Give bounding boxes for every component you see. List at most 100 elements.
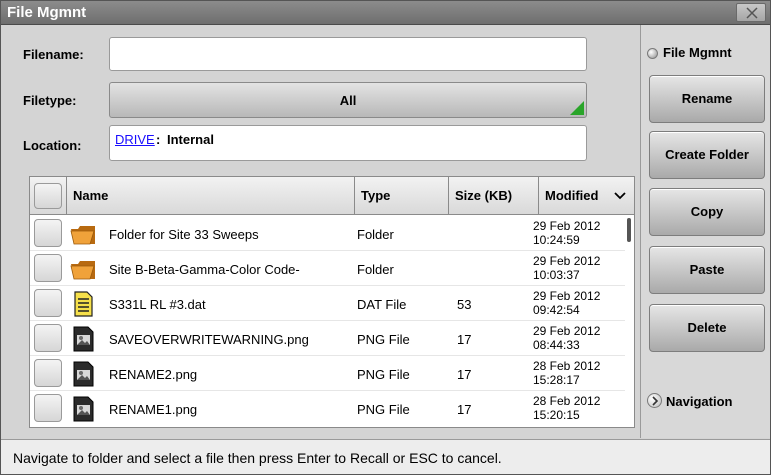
dropdown-corner-indicator — [570, 101, 584, 115]
file-modified: 28 Feb 2012 15:20:15 — [533, 394, 623, 422]
delete-button[interactable]: Delete — [649, 304, 765, 352]
file-size: 17 — [457, 332, 472, 347]
delete-button-label: Delete — [687, 320, 727, 335]
location-separator: : — [156, 132, 161, 147]
file-type: PNG File — [357, 367, 410, 382]
header-select-cell — [30, 177, 67, 215]
window-title: File Mgmnt — [7, 4, 87, 21]
rename-button[interactable]: Rename — [649, 75, 765, 123]
copy-button-label: Copy — [690, 204, 724, 219]
close-button[interactable] — [736, 3, 766, 22]
title-bar: File Mgmnt — [1, 1, 770, 25]
column-header-size[interactable]: Size (KB) — [449, 177, 539, 215]
file-name: SAVEOVERWRITEWARNING.png — [109, 332, 309, 347]
modified-time: 08:44:33 — [533, 338, 580, 352]
image-file-icon — [73, 326, 94, 352]
status-message: Navigate to folder and select a file the… — [13, 450, 502, 466]
filetype-label: Filetype: — [23, 93, 77, 108]
column-header-name[interactable]: Name — [67, 177, 355, 215]
file-name: RENAME2.png — [109, 367, 198, 382]
file-type: Folder — [357, 227, 394, 242]
column-header-modified-label: Modified — [545, 188, 599, 203]
file-name: RENAME1.png — [109, 402, 198, 417]
scrollbar-thumb[interactable] — [627, 218, 631, 242]
paste-button-label: Paste — [689, 262, 725, 277]
table-row[interactable]: RENAME1.png PNG File 17 28 Feb 2012 15:20… — [30, 391, 625, 426]
copy-button[interactable]: Copy — [649, 188, 765, 236]
file-name: Site B-Beta-Gamma-Color Code- — [109, 262, 300, 277]
location-label: Location: — [23, 138, 82, 153]
file-modified: 29 Feb 2012 08:44:33 — [533, 324, 623, 352]
navigation-expand-button[interactable] — [647, 393, 662, 408]
image-file-icon — [73, 361, 94, 387]
create-folder-button[interactable]: Create Folder — [649, 131, 765, 179]
modified-time: 15:28:17 — [533, 373, 580, 387]
folder-icon — [70, 261, 95, 280]
table-row[interactable]: SAVEOVERWRITEWARNING.png PNG File 17 29 … — [30, 321, 625, 356]
row-checkbox[interactable] — [34, 289, 62, 317]
file-table: Name Type Size (KB) Modified Folder for … — [29, 176, 635, 428]
column-header-name-label: Name — [73, 188, 109, 203]
filetype-select[interactable]: All — [109, 82, 587, 118]
vertical-scrollbar[interactable] — [627, 216, 634, 427]
row-checkbox[interactable] — [34, 219, 62, 247]
file-modified: 28 Feb 2012 15:28:17 — [533, 359, 623, 387]
rename-button-label: Rename — [681, 91, 733, 106]
filetype-value: All — [339, 93, 357, 108]
file-modified: 29 Feb 2012 09:42:54 — [533, 289, 623, 317]
modified-date: 28 Feb 2012 — [533, 359, 601, 373]
folder-icon — [70, 226, 95, 245]
row-checkbox[interactable] — [34, 324, 62, 352]
modified-time: 15:20:15 — [533, 408, 580, 422]
row-checkbox[interactable] — [34, 254, 62, 282]
modified-time: 10:24:59 — [533, 233, 580, 247]
table-row[interactable]: S331L RL #3.dat DAT File 53 29 Feb 2012 0… — [30, 286, 625, 321]
chevron-right-icon — [652, 396, 659, 406]
file-name: S331L RL #3.dat — [109, 297, 206, 312]
modified-date: 28 Feb 2012 — [533, 394, 601, 408]
modified-date: 29 Feb 2012 — [533, 219, 601, 233]
table-row[interactable]: Folder for Site 33 Sweeps Folder 29 Feb … — [30, 216, 625, 251]
file-name: Folder for Site 33 Sweeps — [109, 227, 259, 242]
location-breadcrumb: DRIVE : Internal — [109, 125, 587, 161]
side-panel-title: File Mgmnt — [663, 45, 732, 60]
navigation-label[interactable]: Navigation — [666, 394, 732, 409]
file-modified: 29 Feb 2012 10:24:59 — [533, 219, 623, 247]
file-type: DAT File — [357, 297, 407, 312]
row-checkbox[interactable] — [34, 394, 62, 422]
modified-time: 10:03:37 — [533, 268, 580, 282]
filename-label: Filename: — [23, 47, 84, 62]
table-row[interactable]: RENAME2.png PNG File 17 28 Feb 2012 15:28… — [30, 356, 625, 391]
file-form: Filename: Filetype: All Location: DRIVE … — [13, 31, 603, 181]
modified-time: 09:42:54 — [533, 303, 580, 317]
paste-button[interactable]: Paste — [649, 246, 765, 294]
file-type: PNG File — [357, 402, 410, 417]
create-folder-button-label: Create Folder — [665, 147, 749, 162]
column-header-type-label: Type — [361, 188, 391, 203]
column-header-size-label: Size (KB) — [455, 188, 513, 203]
column-header-modified[interactable]: Modified — [539, 177, 634, 215]
dat-file-icon — [74, 291, 93, 317]
status-bar: Navigate to folder and select a file the… — [1, 439, 770, 474]
file-modified: 29 Feb 2012 10:03:37 — [533, 254, 623, 282]
close-icon — [746, 7, 758, 19]
image-file-icon — [73, 396, 94, 422]
location-drive-link[interactable]: DRIVE — [115, 132, 155, 147]
row-checkbox[interactable] — [34, 359, 62, 387]
select-all-checkbox[interactable] — [34, 183, 62, 209]
table-row[interactable]: Site B-Beta-Gamma-Color Code- Folder 29 … — [30, 251, 625, 286]
table-header: Name Type Size (KB) Modified — [30, 177, 634, 215]
panel-radio-icon — [647, 48, 658, 59]
modified-date: 29 Feb 2012 — [533, 254, 601, 268]
file-type: Folder — [357, 262, 394, 277]
filename-input[interactable] — [109, 37, 587, 71]
file-type: PNG File — [357, 332, 410, 347]
location-value: Internal — [167, 132, 214, 147]
modified-date: 29 Feb 2012 — [533, 289, 601, 303]
file-size: 17 — [457, 402, 472, 417]
file-management-window: File Mgmnt Filename: Filetype: All Locat… — [0, 0, 771, 475]
column-header-type[interactable]: Type — [355, 177, 449, 215]
sort-chevron-down-icon — [614, 192, 626, 200]
modified-date: 29 Feb 2012 — [533, 324, 601, 338]
file-size: 17 — [457, 367, 472, 382]
